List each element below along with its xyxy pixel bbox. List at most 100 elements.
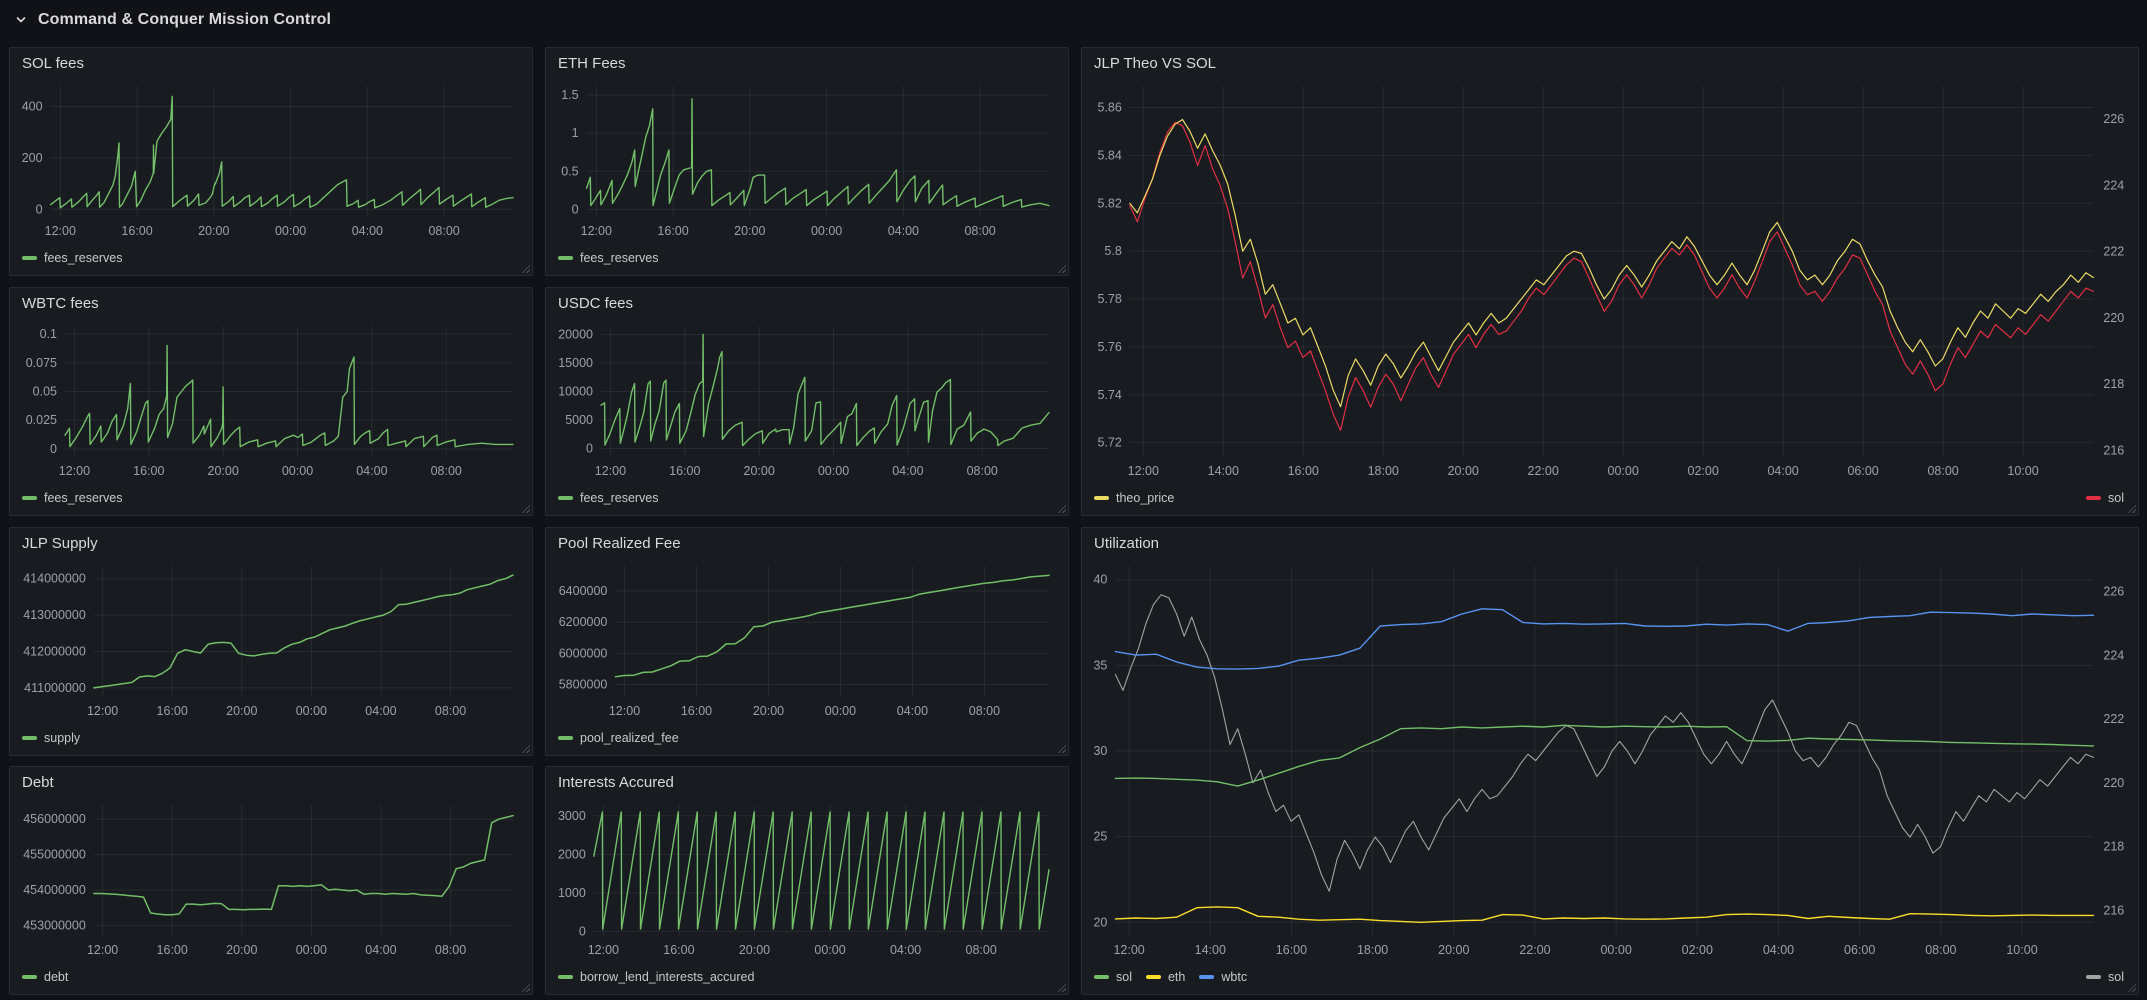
- panel-resize-handle[interactable]: [1056, 982, 1066, 992]
- svg-text:16:00: 16:00: [157, 704, 188, 718]
- svg-text:08:00: 08:00: [1925, 943, 1956, 957]
- legend-series-color-chip: [1199, 975, 1214, 979]
- panel-wbtc-fees: WBTC fees 00.0250.050.0750.112:0016:0020…: [9, 287, 533, 516]
- svg-text:411000000: 411000000: [24, 681, 86, 695]
- chart-pool-realized-fee[interactable]: 580000060000006200000640000012:0016:0020…: [551, 558, 1063, 723]
- chart-jlp-supply[interactable]: 41100000041200000041300000041400000012:0…: [15, 558, 527, 723]
- svg-text:14:00: 14:00: [1195, 943, 1226, 957]
- svg-text:00:00: 00:00: [296, 704, 327, 718]
- svg-text:412000000: 412000000: [23, 645, 86, 659]
- legend-series-color-chip: [558, 975, 573, 979]
- legend-item-fees_reserves[interactable]: fees_reserves: [558, 251, 659, 265]
- panel-title: USDC fees: [558, 295, 633, 312]
- chart-interests-accured[interactable]: 010002000300012:0016:0020:0000:0004:0008…: [551, 797, 1063, 962]
- chart-jlp-theo-vs-sol[interactable]: 5.725.745.765.785.85.825.845.86216218220…: [1087, 78, 2133, 483]
- legend-series-name: sol: [2108, 491, 2124, 505]
- svg-text:5.72: 5.72: [1097, 436, 1121, 450]
- legend-item-borrow_lend_interests_accured[interactable]: borrow_lend_interests_accured: [558, 970, 754, 984]
- panel-title-button[interactable]: JLP Supply: [10, 528, 532, 558]
- legend-item-supply[interactable]: supply: [22, 731, 80, 745]
- legend-item-fees_reserves[interactable]: fees_reserves: [22, 491, 123, 505]
- svg-text:6000000: 6000000: [559, 646, 608, 660]
- chart-sol-fees[interactable]: 020040012:0016:0020:0000:0004:0008:00: [15, 78, 527, 243]
- panel-title: SOL fees: [22, 55, 84, 72]
- legend-series-name: debt: [44, 970, 68, 984]
- panel-resize-handle[interactable]: [1056, 503, 1066, 513]
- svg-text:10000: 10000: [558, 385, 593, 399]
- chevron-down-icon[interactable]: [14, 13, 28, 27]
- svg-text:25: 25: [1093, 830, 1107, 844]
- legend-item-sol[interactable]: sol: [1094, 970, 1132, 984]
- panel-title-button[interactable]: WBTC fees: [10, 288, 532, 318]
- panel-title: WBTC fees: [22, 295, 99, 312]
- panel-resize-handle[interactable]: [520, 503, 530, 513]
- legend-item-fees_reserves[interactable]: fees_reserves: [558, 491, 659, 505]
- legend-series-name: sol: [1116, 970, 1132, 984]
- chart-debt[interactable]: 45300000045400000045500000045600000012:0…: [15, 797, 527, 962]
- svg-text:08:00: 08:00: [1927, 464, 1958, 478]
- chart-utilization[interactable]: 202530354021621822022222422612:0014:0016…: [1087, 558, 2133, 962]
- svg-text:10:00: 10:00: [2007, 464, 2038, 478]
- panel-title-button[interactable]: Pool Realized Fee: [546, 528, 1068, 558]
- svg-text:5.82: 5.82: [1097, 196, 1121, 210]
- svg-text:00:00: 00:00: [275, 224, 306, 238]
- panel-resize-handle[interactable]: [2126, 503, 2136, 513]
- panel-resize-handle[interactable]: [520, 743, 530, 753]
- panel-title: Debt: [22, 774, 54, 791]
- legend-usdc-fees: fees_reserves: [558, 488, 1054, 508]
- panel-resize-handle[interactable]: [2126, 982, 2136, 992]
- legend-series-color-chip: [558, 736, 573, 740]
- svg-text:04:00: 04:00: [356, 464, 387, 478]
- panel-title-button[interactable]: SOL fees: [10, 48, 532, 78]
- legend-item-fees_reserves[interactable]: fees_reserves: [22, 251, 123, 265]
- legend-item-wbtc[interactable]: wbtc: [1199, 970, 1247, 984]
- svg-text:20:00: 20:00: [1448, 464, 1479, 478]
- svg-text:455000000: 455000000: [23, 848, 86, 862]
- chart-wbtc-fees[interactable]: 00.0250.050.0750.112:0016:0020:0000:0004…: [15, 318, 527, 483]
- panel-resize-handle[interactable]: [1056, 743, 1066, 753]
- svg-text:20:00: 20:00: [226, 704, 257, 718]
- svg-text:16:00: 16:00: [121, 224, 152, 238]
- panel-title-button[interactable]: Debt: [10, 767, 532, 797]
- svg-text:08:00: 08:00: [431, 464, 462, 478]
- panel-title-button[interactable]: ETH Fees: [546, 48, 1068, 78]
- legend-series-color-chip: [22, 736, 37, 740]
- svg-text:00:00: 00:00: [282, 464, 313, 478]
- chart-usdc-fees[interactable]: 0500010000150002000012:0016:0020:0000:00…: [551, 318, 1063, 483]
- svg-text:10:00: 10:00: [2006, 943, 2037, 957]
- svg-text:218: 218: [2103, 377, 2124, 391]
- svg-text:04:00: 04:00: [365, 943, 396, 957]
- svg-text:16:00: 16:00: [669, 464, 700, 478]
- svg-text:12:00: 12:00: [59, 464, 90, 478]
- dashboard-row-header[interactable]: Command & Conquer Mission Control: [0, 0, 2147, 40]
- legend-item-debt[interactable]: debt: [22, 970, 68, 984]
- legend-series-color-chip: [2086, 975, 2101, 979]
- panel-title-button[interactable]: JLP Theo VS SOL: [1082, 48, 2138, 78]
- svg-text:14:00: 14:00: [1208, 464, 1239, 478]
- svg-text:04:00: 04:00: [352, 224, 383, 238]
- panel-resize-handle[interactable]: [520, 263, 530, 273]
- svg-text:12:00: 12:00: [581, 224, 612, 238]
- svg-text:04:00: 04:00: [897, 704, 928, 718]
- legend-debt: debt: [22, 967, 518, 987]
- legend-item-eth[interactable]: eth: [1146, 970, 1185, 984]
- dashboard-row-title: Command & Conquer Mission Control: [38, 11, 331, 29]
- svg-text:08:00: 08:00: [428, 224, 459, 238]
- svg-text:0: 0: [579, 924, 586, 938]
- svg-text:220: 220: [2103, 776, 2124, 790]
- legend-item-sol[interactable]: sol: [2086, 491, 2124, 505]
- legend-series-name: fees_reserves: [580, 251, 659, 265]
- svg-text:220: 220: [2103, 311, 2124, 325]
- panel-title-button[interactable]: Interests Accured: [546, 767, 1068, 797]
- panel-title-button[interactable]: Utilization: [1082, 528, 2138, 558]
- chart-eth-fees[interactable]: 00.511.512:0016:0020:0000:0004:0008:00: [551, 78, 1063, 243]
- legend-sol-fees: fees_reserves: [22, 248, 518, 268]
- legend-item-theo_price[interactable]: theo_price: [1094, 491, 1174, 505]
- panel-title-button[interactable]: USDC fees: [546, 288, 1068, 318]
- legend-series-color-chip: [22, 975, 37, 979]
- legend-item-sol[interactable]: sol: [2086, 970, 2124, 984]
- svg-text:04:00: 04:00: [892, 464, 923, 478]
- legend-item-pool_realized_fee[interactable]: pool_realized_fee: [558, 731, 679, 745]
- panel-resize-handle[interactable]: [520, 982, 530, 992]
- panel-resize-handle[interactable]: [1056, 263, 1066, 273]
